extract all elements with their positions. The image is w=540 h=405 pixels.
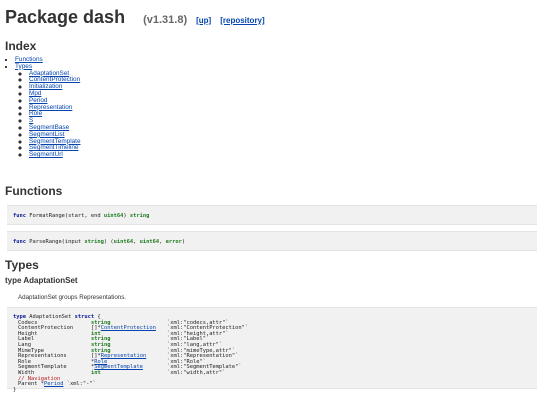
return-type: uint64: [139, 239, 160, 245]
builtin-type: int: [91, 369, 101, 376]
keyword: func: [13, 239, 26, 245]
param-type: uint64: [103, 213, 124, 219]
field-tag: `xml:"-"`: [63, 381, 96, 388]
signature-text: ParseRange(input: [25, 239, 85, 245]
page-title: Package dash: [5, 7, 126, 27]
index-list: Functions Types AdaptationSet ContentPro…: [5, 56, 81, 159]
type-link[interactable]: SegmentTemplate: [94, 364, 143, 371]
page-header: Package dash (v1.31.8) [up] [repository]: [5, 7, 535, 35]
index-heading: Index: [5, 39, 37, 53]
signature-text: ): [181, 239, 186, 245]
type-adaptationset-heading: type AdaptationSet: [5, 276, 78, 285]
list-item: SegmentUrl: [29, 151, 81, 159]
type-link[interactable]: ContentProtection: [101, 325, 156, 331]
signature-text: ) (: [103, 239, 114, 245]
struct-fields: Codecs string `xml:"codecs,attr"` ContentPr…: [13, 320, 537, 377]
types-sublist: AdaptationSet ContentProtection Initiali…: [15, 70, 81, 159]
parse-range-signature: func ParseRange(input string) (uint64, u…: [7, 231, 537, 251]
struct-declaration: type AdaptationSet struct { Codecs string…: [7, 307, 537, 393]
up-link[interactable]: [up]: [196, 16, 211, 25]
keyword: func: [13, 213, 26, 219]
return-type: string: [129, 213, 150, 219]
type-link[interactable]: SegmentUrl: [29, 151, 63, 158]
parent-field: Parent *: [18, 381, 44, 388]
package-version: (v1.31.8): [143, 14, 188, 26]
code-line: }: [13, 386, 537, 394]
param-type: string: [84, 239, 104, 245]
types-heading: Types: [5, 258, 39, 272]
package-page: Package dash (v1.31.8) [up] [repository]…: [5, 7, 537, 393]
index-item-types: Types AdaptationSet ContentProtection In…: [15, 63, 81, 159]
functions-heading: Functions: [5, 184, 63, 198]
list-item: Role: [29, 110, 81, 118]
format-range-signature: func FormatRange(start, end uint64) stri…: [7, 205, 537, 225]
type-link[interactable]: Representation: [101, 353, 146, 359]
period-type-link[interactable]: Period: [44, 381, 63, 387]
type-description: AdaptationSet groups Representations.: [18, 294, 127, 301]
signature-text: FormatRange(start, end: [25, 213, 104, 219]
brace: }: [13, 386, 17, 393]
return-type: error: [165, 239, 182, 245]
return-type: uint64: [113, 239, 134, 245]
repository-link[interactable]: [repository]: [220, 16, 264, 25]
